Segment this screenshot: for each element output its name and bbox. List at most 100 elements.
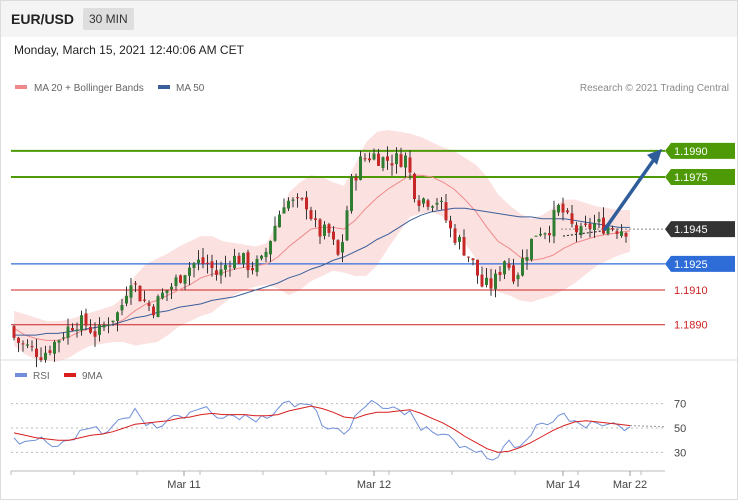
candle-body: [597, 219, 601, 222]
candle-body: [93, 331, 97, 337]
candle-body: [116, 312, 119, 322]
candle-body: [611, 228, 614, 230]
candle-body: [503, 261, 506, 275]
level-label-1.1945: 1.1945: [674, 224, 708, 236]
rsi-tick-70: 70: [674, 399, 686, 411]
candle-body: [512, 265, 515, 282]
candle-body: [197, 259, 200, 264]
candle-body: [62, 337, 65, 339]
candle-body: [251, 267, 254, 271]
candle-body: [35, 348, 38, 358]
candle-body: [44, 352, 47, 360]
candle-body: [615, 231, 619, 234]
candle-body: [566, 210, 569, 213]
candle-body: [215, 270, 218, 275]
candle-body: [372, 153, 376, 160]
candle-body: [593, 223, 596, 231]
candle-body: [17, 337, 20, 343]
candle-body: [548, 233, 551, 236]
candle-body: [282, 207, 286, 214]
candle-body: [350, 176, 353, 212]
candle-body: [386, 156, 389, 161]
candle-body: [296, 197, 299, 199]
candle-body: [516, 275, 520, 280]
legend-bollinger-swatch: [15, 85, 27, 89]
candle-body: [71, 327, 74, 331]
level-label-1.1990: 1.1990: [674, 146, 708, 158]
rsi-line: [13, 399, 631, 461]
candle-body: [255, 259, 259, 272]
candle-body: [530, 238, 533, 260]
candle-body: [435, 202, 439, 205]
candle-body: [188, 267, 191, 276]
candle-body: [431, 206, 434, 208]
candle-body: [179, 275, 182, 283]
candle-body: [125, 295, 128, 304]
rsi-tick-30: 30: [674, 447, 686, 459]
candle-body: [89, 326, 92, 333]
rsi-projection: [629, 425, 666, 428]
candle-body: [233, 255, 236, 269]
candle-body: [453, 228, 457, 243]
candle-body: [138, 285, 142, 302]
candle-body: [305, 197, 308, 210]
candle-body: [26, 344, 29, 346]
candle-body: [422, 198, 425, 204]
candle-body: [521, 258, 524, 276]
candle-body: [224, 264, 227, 270]
candle-body: [165, 290, 169, 294]
candle-body: [534, 235, 538, 237]
rsi-9ma-line: [13, 405, 631, 453]
legend-ma50-label: MA 50: [176, 83, 205, 94]
level-label-1.1975: 1.1975: [674, 172, 708, 184]
candle-body: [624, 233, 628, 237]
candle-body: [467, 256, 470, 258]
candle-body: [575, 225, 578, 233]
candle-body: [377, 153, 380, 166]
candle-body: [480, 274, 484, 287]
candle-body: [345, 210, 349, 241]
candle-body: [395, 153, 398, 165]
candle-body: [417, 200, 421, 206]
candle-body: [12, 326, 16, 338]
candle-body: [584, 223, 587, 225]
candle-body: [269, 241, 272, 255]
candle-body: [620, 231, 623, 236]
candle-body: [242, 253, 245, 264]
candle-body: [30, 346, 34, 348]
candle-body: [246, 252, 250, 271]
candle-body: [183, 275, 187, 284]
candle-body: [557, 205, 560, 213]
candle-body: [539, 233, 542, 236]
candle-body: [80, 315, 83, 331]
candle-body: [291, 199, 295, 201]
candle-body: [381, 157, 385, 168]
candle-body: [588, 223, 592, 229]
candle-body: [314, 218, 317, 220]
candle-body: [363, 158, 367, 160]
candle-body: [174, 277, 178, 286]
level-label-1.1910: 1.1910: [674, 285, 708, 297]
candle-body: [426, 200, 430, 207]
candle-body: [323, 224, 326, 236]
legend-9ma-label: 9MA: [82, 371, 103, 382]
candle-body: [368, 158, 371, 161]
legend-bollinger-label: MA 20 + Bollinger Bands: [34, 83, 144, 94]
candle-body: [404, 155, 407, 168]
candle-body: [156, 296, 160, 318]
candle-body: [260, 255, 263, 259]
candle-body: [444, 202, 448, 221]
level-label-1.1925: 1.1925: [674, 259, 708, 271]
x-axis-ticks: Mar 11 Mar 12 Mar 14 Mar 22: [10, 471, 647, 491]
candle-body: [570, 213, 574, 224]
candle-body: [602, 217, 605, 234]
candle-body: [543, 233, 547, 235]
candle-body: [66, 326, 70, 338]
candle-body: [408, 157, 412, 173]
candle-body: [201, 257, 205, 264]
candle-body: [75, 329, 79, 331]
candle-body: [53, 341, 56, 354]
x-tick-label: Mar 12: [357, 479, 391, 491]
candle-body: [228, 265, 232, 267]
candle-body: [471, 258, 475, 261]
